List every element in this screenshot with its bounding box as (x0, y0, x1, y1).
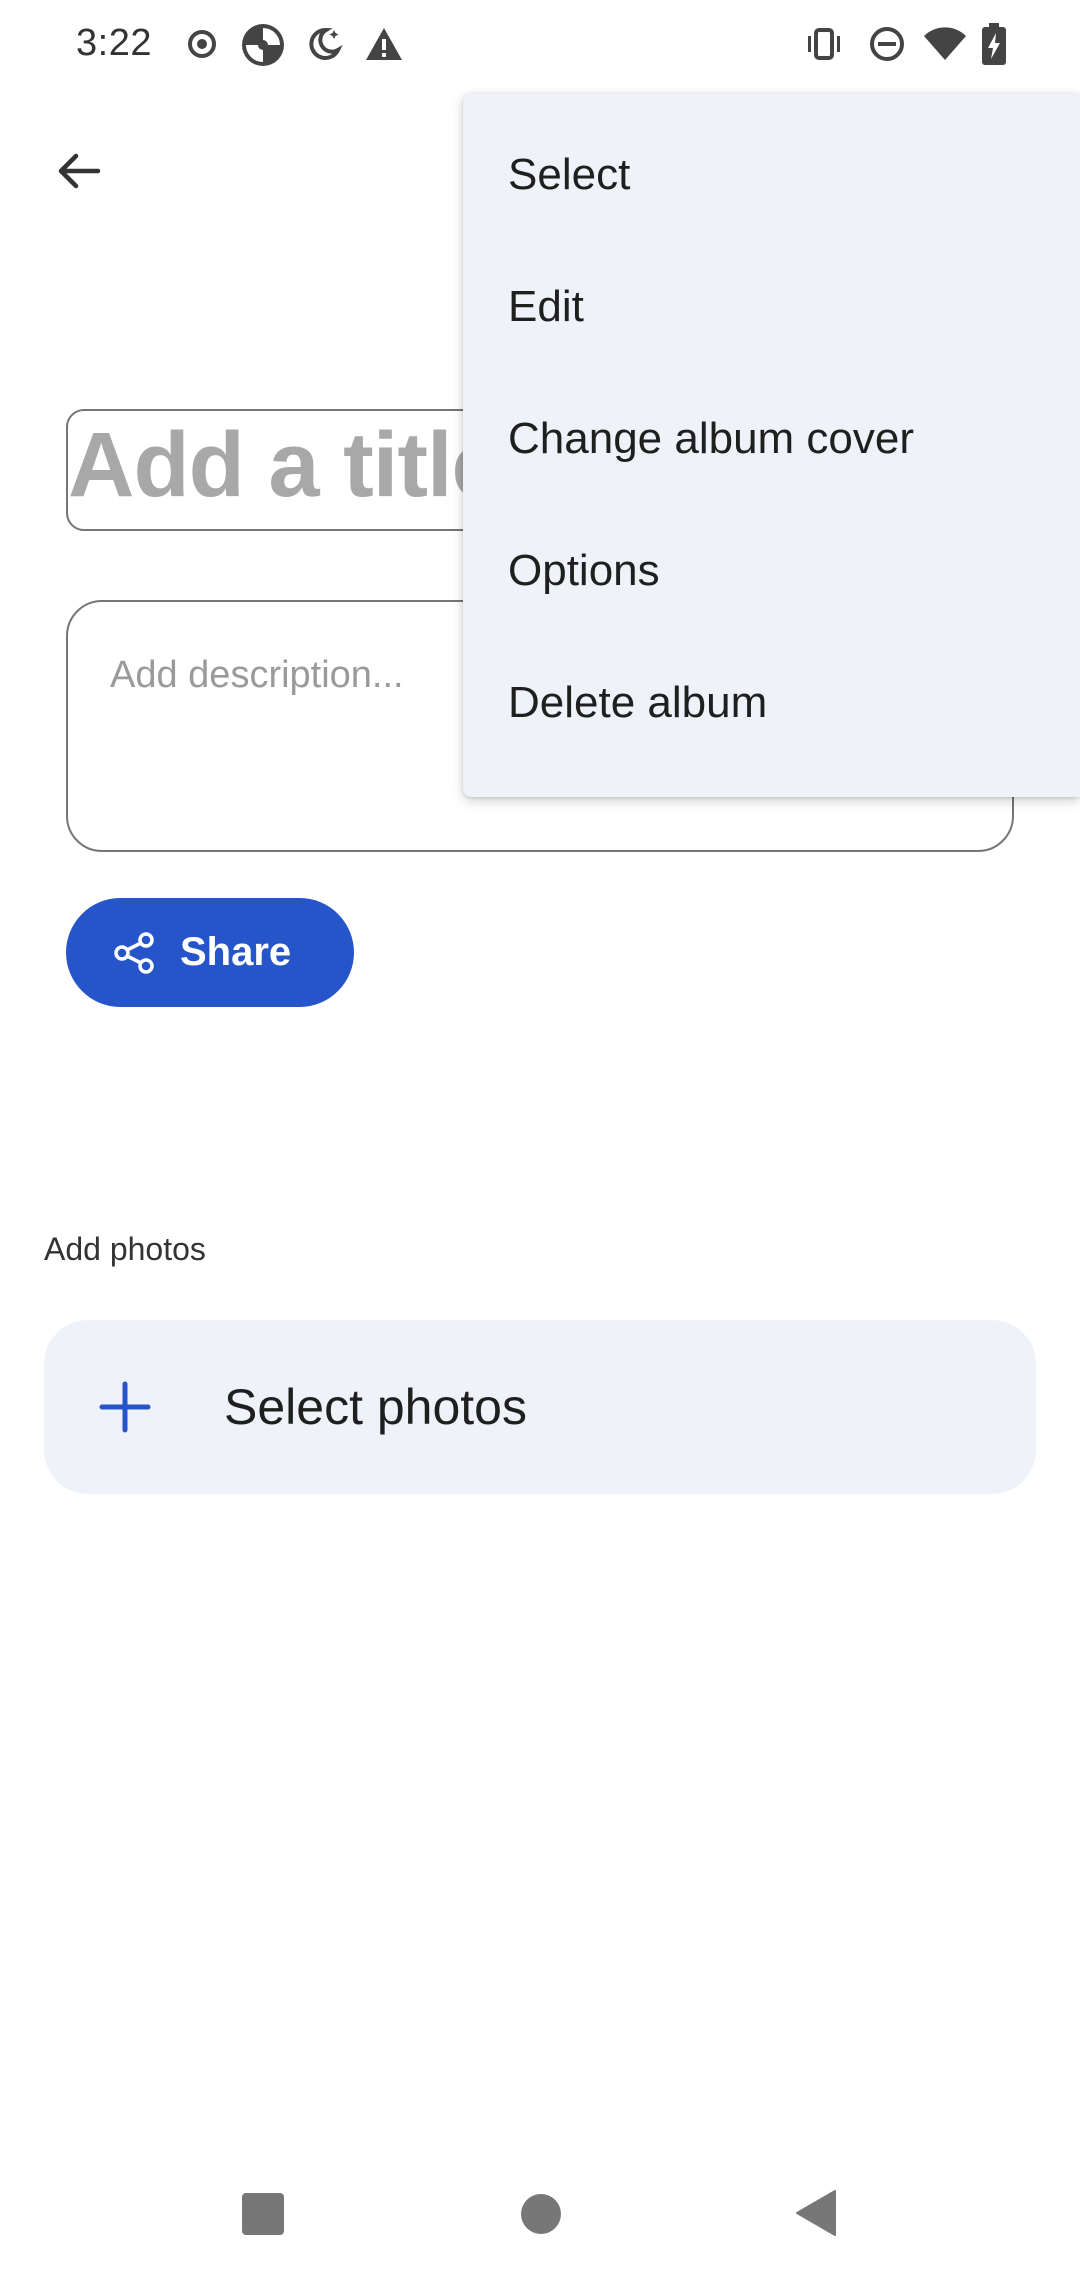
home-button[interactable] (521, 2194, 561, 2234)
album-title-placeholder: Add a title (68, 414, 503, 516)
share-button[interactable]: Share (66, 898, 354, 1007)
battery-charging-icon (982, 23, 1006, 65)
back-button[interactable] (42, 135, 114, 207)
status-time: 3:22 (76, 22, 152, 64)
share-button-label: Share (180, 930, 292, 974)
recents-button[interactable] (242, 2193, 284, 2235)
select-photos-button[interactable]: Select photos (44, 1320, 1036, 1494)
night-mode-icon (309, 27, 343, 60)
arrow-back-icon (58, 153, 101, 189)
nav-back-button[interactable] (795, 2189, 837, 2237)
wifi-icon (924, 27, 966, 60)
plus-icon (99, 1381, 151, 1433)
menu-item-delete-album[interactable]: Delete album (463, 637, 1080, 769)
menu-item-options[interactable]: Options (463, 505, 1080, 637)
add-photos-label: Add photos (44, 1231, 206, 1267)
overflow-menu: Select Edit Change album cover Options D… (463, 93, 1080, 797)
share-icon (114, 931, 154, 974)
warning-icon (366, 28, 402, 60)
camera-shutter-icon (242, 24, 284, 66)
do-not-disturb-icon (870, 27, 904, 61)
menu-item-edit[interactable]: Edit (463, 241, 1080, 373)
menu-item-change-album-cover[interactable]: Change album cover (463, 373, 1080, 505)
album-description-placeholder: Add description... (110, 654, 404, 696)
menu-item-select[interactable]: Select (463, 109, 1080, 241)
record-icon (188, 30, 216, 58)
select-photos-label: Select photos (224, 1379, 527, 1435)
vibrate-icon (808, 28, 840, 60)
